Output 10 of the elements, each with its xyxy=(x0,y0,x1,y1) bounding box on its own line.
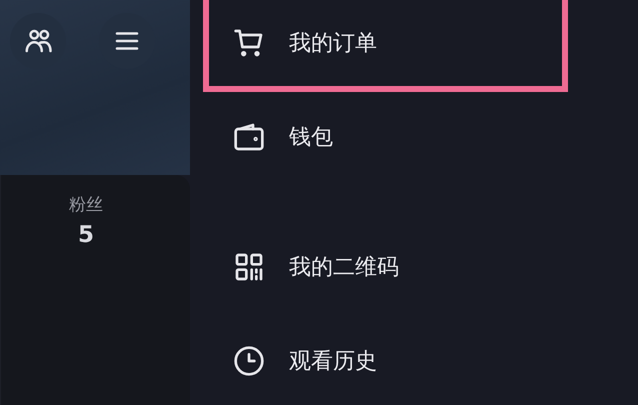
stat-value: 5 xyxy=(78,222,94,248)
menu-item[interactable]: 观看历史 xyxy=(209,316,562,405)
menu-item[interactable]: 我的二维码 xyxy=(209,224,562,310)
stat-label: 粉丝 xyxy=(69,194,103,216)
wallet-icon xyxy=(233,121,265,153)
clock-icon xyxy=(233,345,265,377)
qr-code-icon xyxy=(233,251,265,283)
menu-item[interactable]: 我的订单 xyxy=(209,0,562,86)
cart-icon xyxy=(233,27,265,59)
menu-item[interactable]: 钱包 xyxy=(209,92,562,182)
